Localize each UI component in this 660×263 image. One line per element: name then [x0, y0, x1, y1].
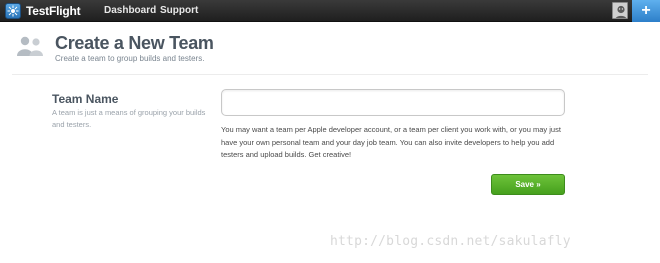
save-button[interactable]: Save »: [491, 174, 565, 195]
watermark-url: http://blog.csdn.net/sakulafly: [330, 234, 571, 249]
nav-support-link[interactable]: Support: [160, 5, 198, 16]
team-name-description: A team is just a means of grouping your …: [52, 108, 206, 129]
team-name-input[interactable]: [221, 89, 565, 116]
team-name-label: Team Name: [52, 92, 119, 106]
header-divider: [12, 74, 648, 75]
nav-dashboard-link[interactable]: Dashboard: [104, 5, 156, 16]
users-icon: [16, 36, 46, 56]
top-navigation-bar: TestFlight Dashboard Support +: [0, 0, 660, 22]
brand-name[interactable]: TestFlight: [26, 4, 81, 18]
user-avatar-icon[interactable]: [612, 2, 628, 19]
page-title: Create a New Team: [55, 33, 214, 53]
page-subtitle: Create a team to group builds and tester…: [55, 54, 205, 63]
add-button[interactable]: +: [632, 0, 660, 22]
team-help-text: You may want a team per Apple developer …: [221, 125, 561, 159]
testflight-logo-icon[interactable]: [5, 3, 21, 19]
